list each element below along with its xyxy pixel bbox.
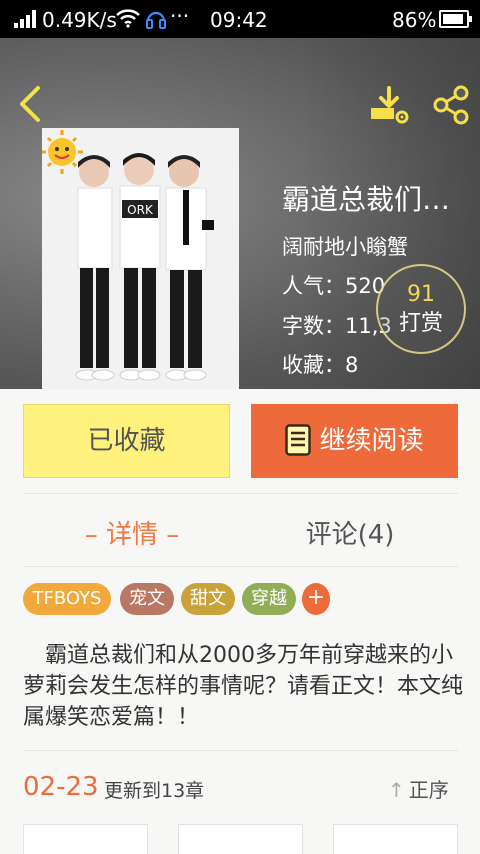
word-count-stat: 字数：11,3 [282,314,392,338]
popularity-stat: 人气：520 [282,274,386,298]
continue-reading-button[interactable]: 继续阅读 [251,404,458,478]
sort-toggle[interactable]: ↑ 正序 [388,774,449,803]
book-cover[interactable]: ORK [42,128,239,389]
book-author[interactable]: 阔耐地小瞈蟹 [282,231,408,261]
battery-percent: 86% [392,8,437,32]
chapter-card[interactable] [23,824,148,854]
network-speed: 0.49K/s [42,8,117,32]
chapter-card[interactable] [178,824,303,854]
divider [23,566,458,567]
tag-chuanyue[interactable]: 穿越 [242,583,296,615]
tag-chongwen[interactable]: 宠文 [120,583,174,615]
more-notifications-icon: ··· [170,4,190,28]
sort-arrow-icon: ↑ [388,778,405,802]
divider [23,750,458,751]
wifi-icon [116,9,140,28]
favorites-stat: 收藏：8 [282,353,359,377]
status-bar: 0.49K/s ··· 09:42 86% [0,0,480,38]
download-icon[interactable] [368,86,410,124]
share-icon[interactable] [430,84,472,126]
tab-comments[interactable]: 评论(4) [250,514,450,551]
cover-photo: ORK [42,128,239,389]
add-tag-button[interactable]: + [302,583,330,615]
cover-shirt-text: ORK [127,203,154,217]
clock: 09:42 [210,8,268,32]
signal-icon [14,10,36,28]
book-icon [285,423,312,456]
book-header: ORK 霸道总裁们… 阔耐地小瞈蟹 人气：520 字数：11,3 收藏：8 91… [0,38,480,389]
chapter-card[interactable] [333,824,458,854]
tag-tfboys[interactable]: TFBOYS [23,583,111,615]
divider [23,493,458,494]
battery-icon [439,10,472,28]
update-date: 02-23 [23,772,99,802]
tag-tianwen[interactable]: 甜文 [181,583,235,615]
continue-reading-label: 继续阅读 [319,426,424,456]
back-arrow-icon[interactable] [14,84,50,124]
headphone-icon [146,11,166,29]
reward-count: 91 [407,282,435,307]
collect-button[interactable]: 已收藏 [23,404,230,478]
book-description: 霸道总裁们和从2000多万年前穿越来的小萝莉会发生怎样的事情呢？请看正文！本文纯… [23,643,464,730]
book-title: 霸道总裁们… [282,183,451,216]
reward-button[interactable]: 91 打赏 [376,264,466,354]
update-status: 更新到13章 [104,780,205,802]
sort-label: 正序 [408,778,449,802]
tab-detail[interactable]: – 详情 – [32,514,232,551]
reward-label: 打赏 [398,311,443,336]
